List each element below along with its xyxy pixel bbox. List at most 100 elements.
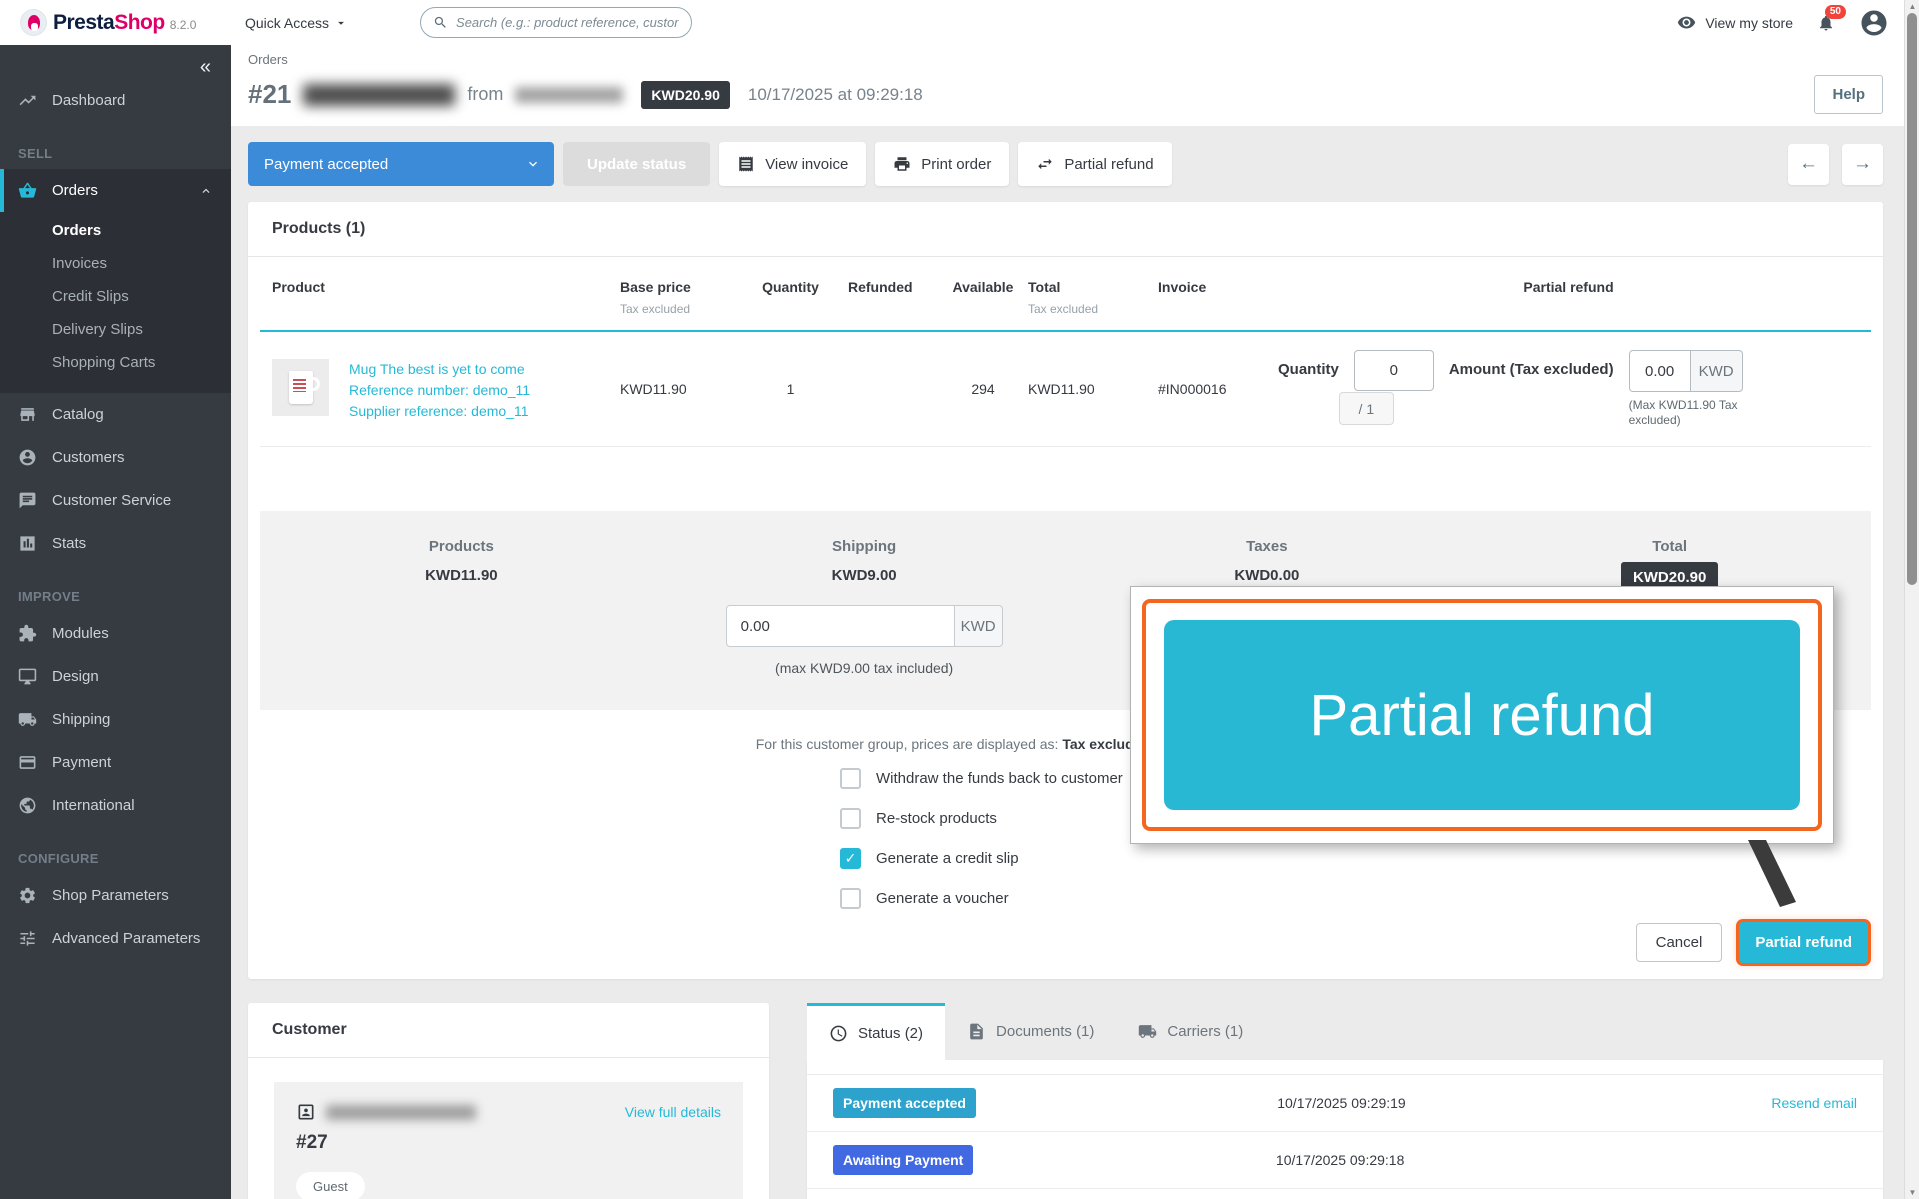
summary-products-label: Products (260, 538, 663, 555)
sidebar-collapse-button[interactable]: « (0, 45, 231, 79)
refund-quantity-input[interactable] (1354, 350, 1434, 391)
document-icon (967, 1022, 986, 1041)
refund-amount-currency: KWD (1691, 350, 1743, 392)
shipping-refund-input[interactable] (726, 605, 955, 647)
generate-voucher-checkbox[interactable] (840, 888, 861, 909)
truck-icon (1138, 1022, 1157, 1041)
column-refunded: Refunded (848, 279, 938, 316)
order-detail-tabs: Status (2) Documents (1) Carriers (1) (807, 1003, 1883, 1060)
cell-available: 294 (938, 381, 1028, 397)
option-generate-credit-slip[interactable]: ✓ Generate a credit slip (840, 845, 1150, 872)
monitor-icon (18, 667, 37, 686)
product-reference-link[interactable]: Reference number: demo_11 (349, 382, 530, 398)
view-invoice-button[interactable]: View invoice (719, 142, 866, 186)
gear-icon (18, 886, 37, 905)
cancel-button[interactable]: Cancel (1636, 923, 1723, 962)
sidebar-item-dashboard[interactable]: Dashboard (0, 79, 231, 122)
tab-carriers-label: Carriers (1) (1167, 1023, 1243, 1040)
prestashop-logo[interactable]: PrestaShop 8.2.0 (0, 9, 231, 36)
column-available: Available (938, 279, 1028, 316)
notifications-button[interactable]: 50 (1817, 14, 1835, 32)
previous-order-button[interactable]: ← (1788, 144, 1829, 185)
sidebar-item-payment[interactable]: Payment (0, 741, 231, 784)
mug-image (289, 371, 313, 404)
sidebar-subitem-credit-slips[interactable]: Credit Slips (0, 280, 231, 313)
product-supplier-reference-link[interactable]: Supplier reference: demo_11 (349, 403, 530, 419)
option-generate-voucher[interactable]: Generate a voucher (840, 885, 1150, 912)
shipping-refund-control: KWD (726, 605, 1003, 647)
partial-refund-submit-button[interactable]: Partial refund (1739, 922, 1868, 963)
page-header: Orders #21 from KWD20.90 10/17/2025 at 0… (231, 45, 1919, 126)
sidebar-subitem-delivery-slips[interactable]: Delivery Slips (0, 313, 231, 346)
status-badge-payment-accepted: Payment accepted (833, 1088, 976, 1118)
sidebar-item-advanced-parameters[interactable]: Advanced Parameters (0, 917, 231, 960)
sidebar-subitem-shopping-carts[interactable]: Shopping Carts (0, 346, 231, 379)
brand-shop: Shop (114, 11, 165, 34)
product-thumbnail (272, 359, 329, 416)
sidebar-subitem-orders[interactable]: Orders (0, 214, 231, 247)
refund-footer: Cancel Partial refund (248, 912, 1883, 979)
sidebar-item-label: Shipping (52, 711, 110, 728)
chat-icon (18, 491, 37, 510)
quick-access-menu[interactable]: Quick Access (245, 15, 348, 31)
order-navigation: ← → (1788, 144, 1883, 185)
withdraw-funds-checkbox[interactable] (840, 768, 861, 789)
refund-quantity-label: Quantity (1278, 350, 1339, 378)
sidebar-item-customers[interactable]: Customers (0, 436, 231, 479)
sidebar-item-customer-service[interactable]: Customer Service (0, 479, 231, 522)
option-withdraw-funds[interactable]: Withdraw the funds back to customer (840, 765, 1150, 792)
scrollbar-up-arrow[interactable]: ▲ (1905, 2, 1919, 11)
chevron-down-icon (525, 156, 541, 172)
tab-documents[interactable]: Documents (1) (945, 1003, 1116, 1060)
help-button[interactable]: Help (1814, 75, 1883, 114)
refund-amount-input[interactable] (1629, 350, 1691, 392)
next-order-button[interactable]: → (1842, 144, 1883, 185)
partial-refund-callout-frame: Partial refund (1142, 599, 1822, 831)
print-order-label: Print order (921, 156, 991, 173)
sidebar-item-shipping[interactable]: Shipping (0, 698, 231, 741)
view-invoice-label: View invoice (765, 156, 848, 173)
order-status-dropdown[interactable]: Payment accepted (248, 142, 554, 186)
resend-email-link[interactable]: Resend email (1771, 1095, 1857, 1111)
tab-documents-label: Documents (1) (996, 1023, 1094, 1040)
printer-icon (893, 155, 911, 173)
view-my-store-label: View my store (1705, 15, 1793, 31)
generate-credit-slip-checkbox[interactable]: ✓ (840, 848, 861, 869)
tab-carriers[interactable]: Carriers (1) (1116, 1003, 1265, 1060)
page-scrollbar[interactable]: ▲ ▼ (1904, 0, 1919, 1199)
option-restock-products[interactable]: Re-stock products (840, 805, 1150, 832)
sidebar-item-label: Design (52, 668, 99, 685)
summary-total-label: Total (1468, 538, 1871, 555)
scrollbar-thumb[interactable] (1907, 13, 1917, 585)
product-name-link[interactable]: Mug The best is yet to come (349, 361, 530, 377)
refund-quantity-control: / 1 (1354, 350, 1434, 410)
sidebar-item-label: Catalog (52, 406, 104, 423)
global-search[interactable] (420, 7, 692, 38)
sidebar-item-stats[interactable]: Stats (0, 522, 231, 565)
summary-products: Products KWD11.90 (260, 538, 663, 676)
customer-number: #27 (296, 1132, 721, 1154)
user-menu-button[interactable] (1859, 8, 1889, 38)
partial-refund-callout-button: Partial refund (1164, 620, 1800, 810)
sidebar-item-shop-parameters[interactable]: Shop Parameters (0, 874, 231, 917)
swap-arrows-icon (1036, 155, 1054, 173)
restock-products-checkbox[interactable] (840, 808, 861, 829)
view-full-details-link[interactable]: View full details (625, 1104, 721, 1120)
sidebar-subitem-invoices[interactable]: Invoices (0, 247, 231, 280)
search-input[interactable] (456, 15, 679, 30)
sidebar-item-label: Customers (52, 449, 125, 466)
print-order-button[interactable]: Print order (875, 142, 1009, 186)
prestashop-logo-icon (20, 9, 47, 36)
sidebar-item-catalog[interactable]: Catalog (0, 393, 231, 436)
view-my-store-link[interactable]: View my store (1677, 13, 1793, 32)
tab-status[interactable]: Status (2) (807, 1003, 945, 1060)
sidebar-item-modules[interactable]: Modules (0, 612, 231, 655)
scrollbar-down-arrow[interactable]: ▼ (1905, 1188, 1919, 1197)
update-status-button[interactable]: Update status (563, 142, 710, 186)
sidebar-item-international[interactable]: International (0, 784, 231, 827)
partial-refund-toolbar-button[interactable]: Partial refund (1018, 142, 1171, 186)
quick-access-label: Quick Access (245, 15, 329, 31)
column-quantity: Quantity (733, 279, 848, 316)
sidebar-item-design[interactable]: Design (0, 655, 231, 698)
sidebar-item-orders[interactable]: Orders (0, 169, 231, 212)
